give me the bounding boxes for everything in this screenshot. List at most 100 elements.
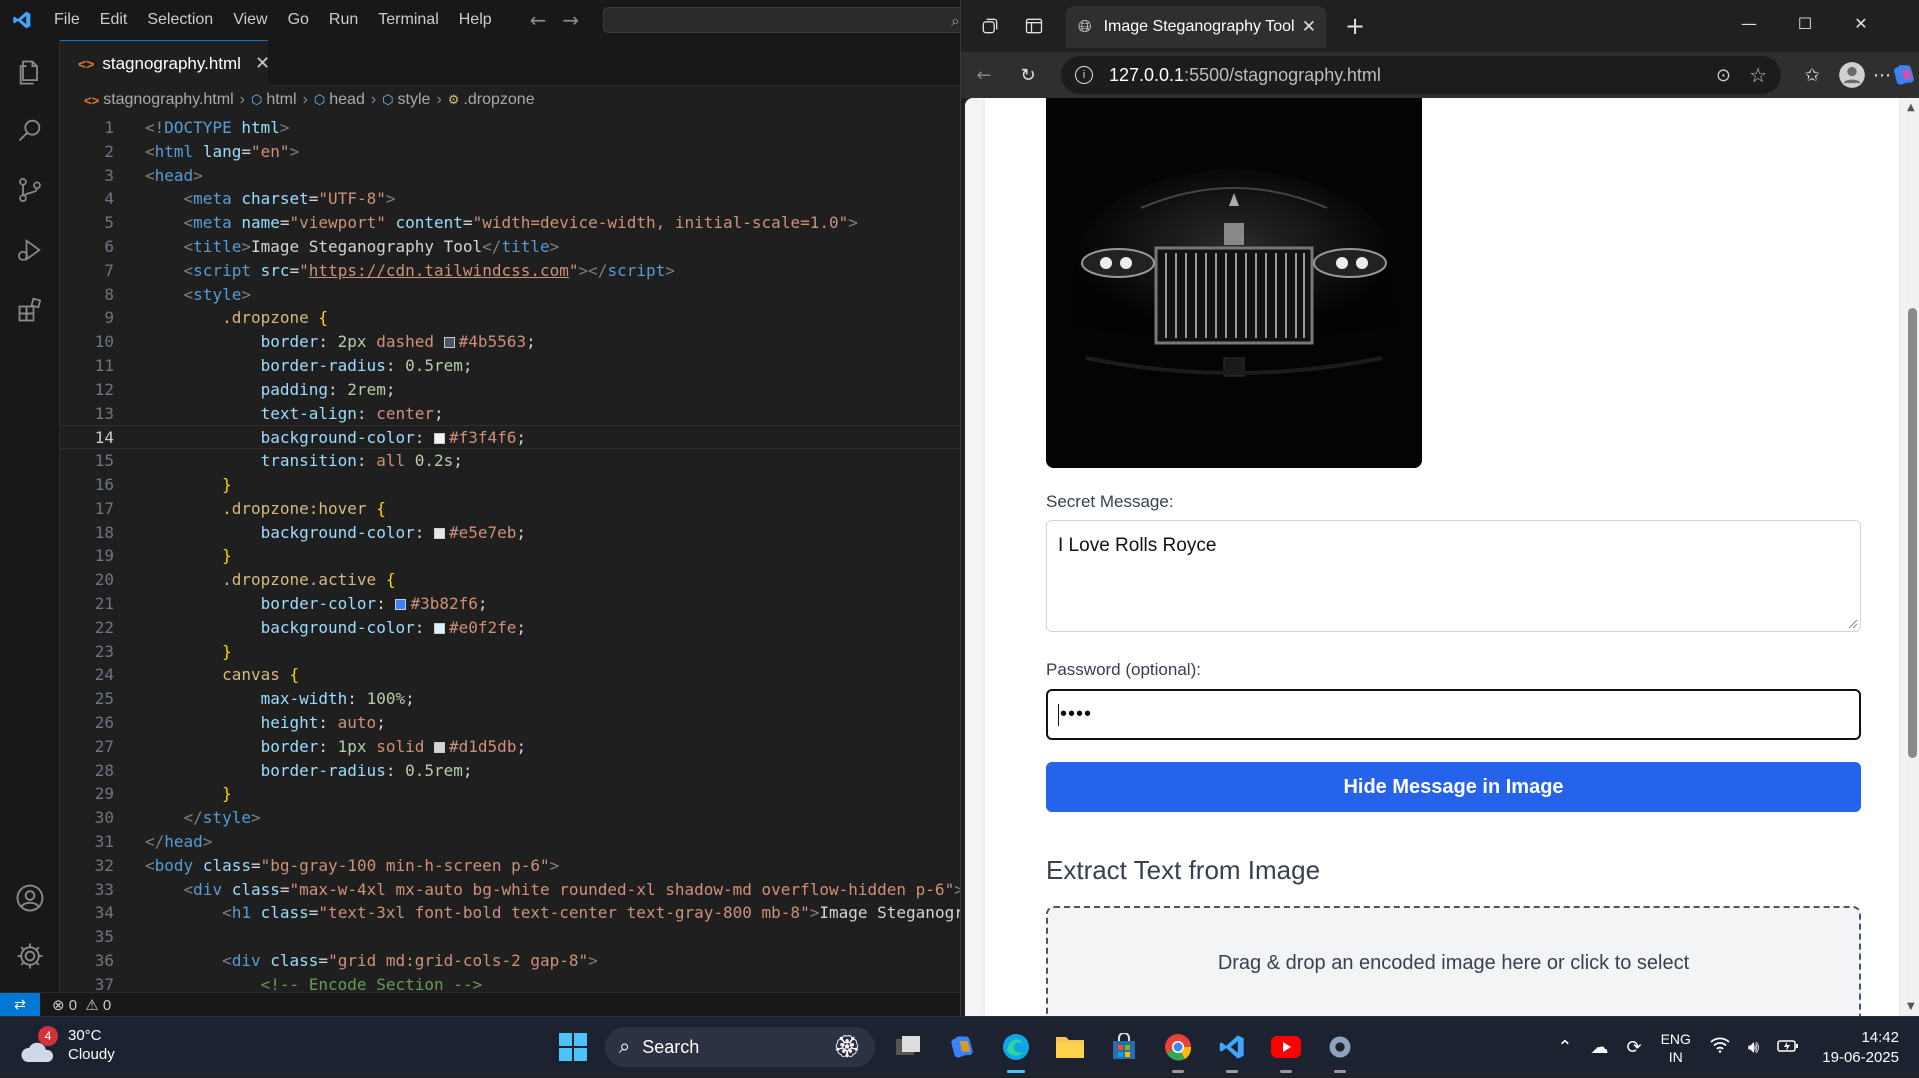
line-number: 17 [94, 498, 114, 518]
onedrive-cloud-icon[interactable]: ☁ [1590, 1037, 1608, 1058]
breadcrumb-head[interactable]: head [329, 91, 365, 109]
copilot-app-icon[interactable] [942, 1027, 982, 1067]
code-editor[interactable]: 1 <!DOCTYPE html> 2 <html lang="en"> 3 <hea… [60, 116, 964, 994]
windows-start-icon[interactable] [553, 1027, 593, 1067]
code-text: } [222, 474, 232, 494]
search-highlight-icon: 🏵︎ [833, 1034, 861, 1059]
color-swatch[interactable] [433, 622, 445, 634]
color-swatch[interactable] [443, 337, 455, 349]
menu-help[interactable]: Help [449, 0, 502, 40]
browser-window: 🌐︎ Image Steganography Tool ✕ + — ☐ ✕ ← … [960, 0, 1919, 1016]
code-line: 29 } [60, 782, 960, 806]
breadcrumb-html[interactable]: html [266, 91, 296, 109]
youtube-app-icon[interactable] [1266, 1027, 1306, 1073]
clock[interactable]: 14:42 19-06-2025 [1822, 1028, 1899, 1068]
taskbar-search[interactable]: ⌕ Search 🏵︎ [605, 1027, 875, 1067]
resize-grip-icon[interactable] [1848, 619, 1858, 629]
url-path: :5500/stagnography.html [1184, 64, 1381, 85]
breadcrumb-file[interactable]: stagnography.html [103, 91, 233, 109]
menu-terminal[interactable]: Terminal [368, 0, 448, 40]
accounts-icon[interactable] [12, 880, 48, 916]
color-swatch[interactable] [434, 741, 446, 753]
sync-icon[interactable]: ⟳ [1626, 1037, 1641, 1058]
menu-selection[interactable]: Selection [137, 0, 223, 40]
copilot-icon[interactable] [1887, 54, 1919, 96]
profile-avatar[interactable] [1835, 54, 1869, 96]
password-input[interactable]: •••• [1046, 689, 1861, 740]
wifi-icon[interactable] [1710, 1037, 1730, 1058]
run-debug-icon[interactable] [12, 232, 48, 268]
line-number: 24 [94, 665, 114, 685]
new-tab-plus-icon[interactable]: + [1334, 5, 1376, 47]
clock-time: 14:42 [1861, 1028, 1899, 1046]
color-swatch[interactable] [433, 527, 445, 539]
code-text: } [222, 641, 232, 661]
maximize-icon[interactable]: ☐ [1777, 0, 1833, 46]
menu-file[interactable]: File [44, 0, 90, 40]
menu-view[interactable]: View [223, 0, 277, 40]
close-tab-icon[interactable]: ✕ [1302, 17, 1316, 37]
explorer-icon[interactable] [12, 54, 48, 90]
browser-tab-active[interactable]: 🌐︎ Image Steganography Tool ✕ [1066, 6, 1326, 48]
chevron-up-icon[interactable]: ⌃ [1557, 1037, 1572, 1058]
close-tab-icon[interactable]: ✕ [255, 53, 270, 74]
menu-run[interactable]: Run [319, 0, 368, 40]
search-icon[interactable] [12, 112, 48, 148]
minimize-icon[interactable]: — [1721, 0, 1777, 46]
settings-app-icon[interactable] [1320, 1027, 1360, 1073]
language-indicator[interactable]: ENG IN [1661, 1030, 1691, 1066]
back-arrow-icon[interactable]: ← [530, 8, 547, 32]
menu-go[interactable]: Go [278, 0, 319, 40]
weather-widget[interactable]: 4 30°C Cloudy [20, 1026, 115, 1065]
settings-gear-icon[interactable] [12, 938, 48, 974]
vertical-tabs-icon[interactable] [1013, 5, 1055, 47]
file-explorer-icon[interactable] [1050, 1027, 1090, 1067]
forward-arrow-icon[interactable]: → [562, 8, 579, 32]
extract-dropzone[interactable]: Drag & drop an encoded image here or cli… [1046, 906, 1861, 1016]
scroll-down-icon[interactable]: ▼ [1907, 1001, 1915, 1012]
color-swatch[interactable] [433, 433, 445, 445]
edge-app-icon[interactable] [996, 1027, 1036, 1073]
refresh-icon[interactable]: ↻ [1007, 54, 1049, 96]
remote-indicator-icon[interactable]: ⇄ [0, 992, 40, 1017]
scroll-up-icon[interactable]: ▲ [1907, 102, 1915, 113]
scrollbar-thumb[interactable] [1908, 308, 1917, 758]
color-swatch[interactable] [395, 598, 407, 610]
breadcrumb-dropzone[interactable]: .dropzone [463, 91, 534, 109]
menu-edit[interactable]: Edit [90, 0, 138, 40]
line-number: 22 [94, 617, 114, 637]
source-control-icon[interactable] [12, 172, 48, 208]
favorites-icon[interactable]: ✩ [1797, 54, 1827, 96]
secret-message-textarea[interactable]: I Love Rolls Royce [1046, 520, 1861, 632]
code-text: <head> [145, 165, 203, 185]
element-icon: ⬡ [250, 92, 263, 107]
vscode-app-icon[interactable] [1212, 1027, 1252, 1073]
page-scrollbar[interactable]: ▲ ▼ [1905, 98, 1919, 1016]
code-line: 32 <body class="bg-gray-100 min-h-screen … [60, 854, 960, 878]
extensions-icon[interactable] [12, 292, 48, 328]
code-line: 18 background-color: #e5e7eb; [60, 521, 960, 545]
code-line: 31 </head> [60, 830, 960, 854]
code-line: 16 } [60, 473, 960, 497]
address-bar[interactable]: i 127.0.0.1:5500/stagnography.html ⊙ ☆ [1061, 56, 1781, 94]
chrome-app-icon[interactable] [1158, 1027, 1198, 1073]
command-center-search[interactable]: ⌕ [603, 7, 960, 33]
code-line: 13 text-align: center; [60, 402, 960, 426]
task-view-icon[interactable] [888, 1027, 928, 1067]
problems-indicator[interactable]: ⊗ 0 ⚠ 0 [52, 996, 111, 1014]
editor-tab-stagnography[interactable]: <> stagnography.html ✕ [60, 40, 270, 86]
battery-icon[interactable] [1777, 1037, 1799, 1058]
back-arrow-icon[interactable]: ← [963, 54, 1005, 96]
code-text: <div class="grid md:grid-cols-2 gap-8"> [222, 950, 598, 970]
more-icon[interactable]: ⊙ [1716, 65, 1731, 86]
vscode-logo-icon[interactable] [0, 0, 44, 40]
breadcrumb-style[interactable]: style [398, 91, 431, 109]
favorite-star-icon[interactable]: ☆ [1749, 63, 1767, 88]
close-window-icon[interactable]: ✕ [1833, 0, 1889, 46]
hide-message-button[interactable]: Hide Message in Image [1046, 762, 1861, 812]
code-text: text-align: center; [260, 403, 444, 423]
workspaces-icon[interactable] [969, 5, 1011, 47]
site-info-icon[interactable]: i [1075, 66, 1093, 84]
volume-icon[interactable]: 🔊︎ [1748, 1037, 1759, 1058]
store-app-icon[interactable] [1104, 1027, 1144, 1067]
